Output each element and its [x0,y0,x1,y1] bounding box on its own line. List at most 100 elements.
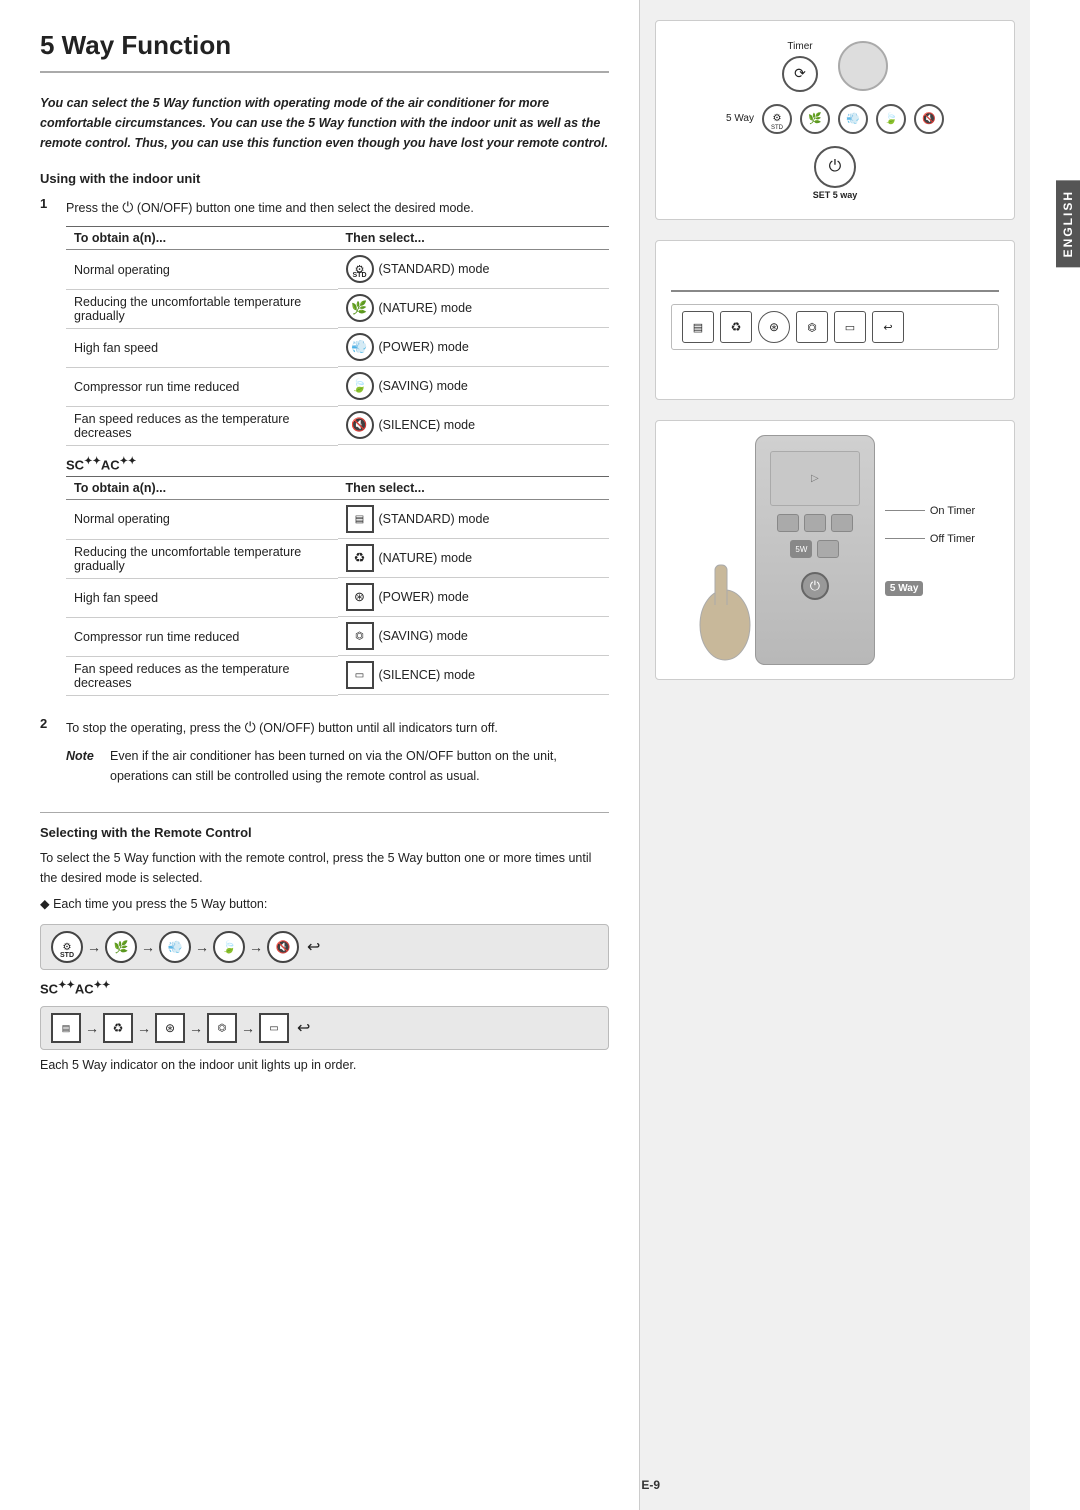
hand-illustration [695,465,755,665]
remote-silence-icon: ▭ [834,311,866,343]
page-number: E-9 [641,1478,660,1492]
arrow-2: → [141,939,155,955]
remote-btn-5[interactable] [817,540,839,558]
remote-screen: ▷ [770,451,860,506]
blank-button [838,41,888,91]
remote-right-labels: On Timer Off Timer 5 Way [885,505,975,596]
footer-text: Each 5 Way indicator on the indoor unit … [40,1058,609,1072]
arrow-sequence-1: ⚙ STD → 🌿 → 💨 → 🍃 → 🔇 ↩ [40,924,609,970]
seq2-icon-3: ⊛ [155,1013,185,1043]
arrow2-2: → [137,1020,151,1036]
way5-btn-5[interactable]: 🔇 [914,104,944,134]
arrow-3: → [195,939,209,955]
bullet-text: Each time you press the 5 Way button: [40,894,609,914]
remote-back-icon: ↩ [872,311,904,343]
standard-label: (STANDARD) mode [379,262,490,276]
table2-header-obtain: To obtain a(n)... [66,477,338,500]
indoor-unit-heading: Using with the indoor unit [40,171,609,186]
silence-icon: 🔇 [346,411,374,439]
remote-btn-1[interactable] [777,514,799,532]
arrow2-3: → [189,1020,203,1036]
table-row: Fan speed reduces as the temperature dec… [66,406,609,445]
remote-icons-panel: ▤ ♻ ⊛ ⏣ ▭ ↩ [655,240,1015,400]
obtain-cell: Normal operating [66,250,338,290]
indoor-diagram: Timer ⟳ 5 Way ⚙ STD [671,41,999,200]
power2-icon: ⊛ [346,583,374,611]
page-title: 5 Way Function [40,30,609,73]
obtain-cell: Normal operating [66,500,338,540]
step-number-2: 2 [40,716,56,800]
remote-btn-4[interactable]: 5W [790,540,812,558]
select-cell: ♻ (NATURE) mode [338,539,610,578]
step2-content: To stop the operating, press the ⏻ (ON/O… [66,716,609,800]
obtain-cell: Fan speed reduces as the temperature dec… [66,406,338,445]
arrow-sequence-2: ▤ → ♻ → ⊛ → ⏣ → ▭ ↩ [40,1006,609,1050]
silence-label: (SILENCE) mode [379,418,476,432]
seq-icon-1: ⚙ STD [51,931,83,963]
timer-button[interactable]: ⟳ [782,56,818,92]
standard-icon: ⚙ STD [346,255,374,283]
saving2-icon: ⏣ [346,622,374,650]
seq-icon-3: 💨 [159,931,191,963]
select-cell: ▤ (STANDARD) mode [338,500,610,539]
step2-text: To stop the operating, press the ⏻ (ON/O… [66,716,609,738]
remote-body: ▷ 5W [755,435,875,665]
standard2-label: (STANDARD) mode [379,512,490,526]
select-cell: ⊛ (POWER) mode [338,578,610,617]
seq-icon-5: 🔇 [267,931,299,963]
table-row: Reducing the uncomfortable temperature g… [66,289,609,328]
nature-icon: 🌿 [346,294,374,322]
nature2-label: (NATURE) mode [379,551,473,565]
sc-label-1: SC✦✦AC✦✦ [66,456,609,472]
remote-btn-3[interactable] [831,514,853,532]
seq2-icon-5: ▭ [259,1013,289,1043]
obtain-cell: High fan speed [66,328,338,367]
divider [40,812,609,813]
mode-table-1: To obtain a(n)... Then select... Normal … [66,226,609,446]
table-row: Normal operating ⚙ STD (STANDARD) mode [66,250,609,290]
left-column: 5 Way Function You can select the 5 Way … [0,0,640,1510]
on-timer-item: On Timer [885,505,975,517]
select-cell: ⚙ STD (STANDARD) mode [338,250,610,289]
arrow-4: → [249,939,263,955]
saving-label: (SAVING) mode [379,379,468,393]
table-row: Reducing the uncomfortable temperature g… [66,539,609,578]
remote-btn-2[interactable] [804,514,826,532]
english-tab: ENGLISH [1056,180,1080,267]
power-button-panel1[interactable]: ⏻ [814,146,856,188]
select-cell: ▭ (SILENCE) mode [338,656,610,695]
select-cell: 💨 (POWER) mode [338,328,610,367]
obtain-cell: High fan speed [66,578,338,617]
way5-item: 5 Way [885,581,975,596]
remote-power-btn[interactable]: ⏻ [801,572,829,600]
way5-btn-1[interactable]: ⚙ STD [762,104,792,134]
off-timer-label: Off Timer [930,533,975,545]
standard2-icon: ▤ [346,505,374,533]
way5-btn-2[interactable]: 🌿 [800,104,830,134]
arrow2-1: → [85,1020,99,1036]
table-row: Compressor run time reduced 🍃 (SAVING) m… [66,367,609,406]
silence2-icon: ▭ [346,661,374,689]
obtain-cell: Compressor run time reduced [66,617,338,656]
note-row: Note Even if the air conditioner has bee… [66,746,609,786]
saving2-label: (SAVING) mode [379,629,468,643]
obtain-cell: Reducing the uncomfortable temperature g… [66,539,338,578]
table-row: Normal operating ▤ (STANDARD) mode [66,500,609,540]
arrow2-4: → [241,1020,255,1036]
power2-label: (POWER) mode [379,590,469,604]
return-arrow-2: ↩ [297,1018,310,1038]
seq2-icon-2: ♻ [103,1013,133,1043]
seq2-icon-4: ⏣ [207,1013,237,1043]
select-cell: 🔇 (SILENCE) mode [338,406,610,445]
return-arrow: ↩ [307,937,320,957]
remote-saving-icon: ⏣ [796,311,828,343]
step-number-1: 1 [40,196,56,706]
off-timer-item: Off Timer [885,533,975,545]
step1-content: Press the ⏻ (ON/OFF) button one time and… [66,196,609,706]
table-row: Compressor run time reduced ⏣ (SAVING) m… [66,617,609,656]
way5-btn-4[interactable]: 🍃 [876,104,906,134]
arrow-1: → [87,939,101,955]
select-cell: 🍃 (SAVING) mode [338,367,610,406]
sc-label-2: SC✦✦AC✦✦ [40,980,609,996]
way5-btn-3[interactable]: 💨 [838,104,868,134]
